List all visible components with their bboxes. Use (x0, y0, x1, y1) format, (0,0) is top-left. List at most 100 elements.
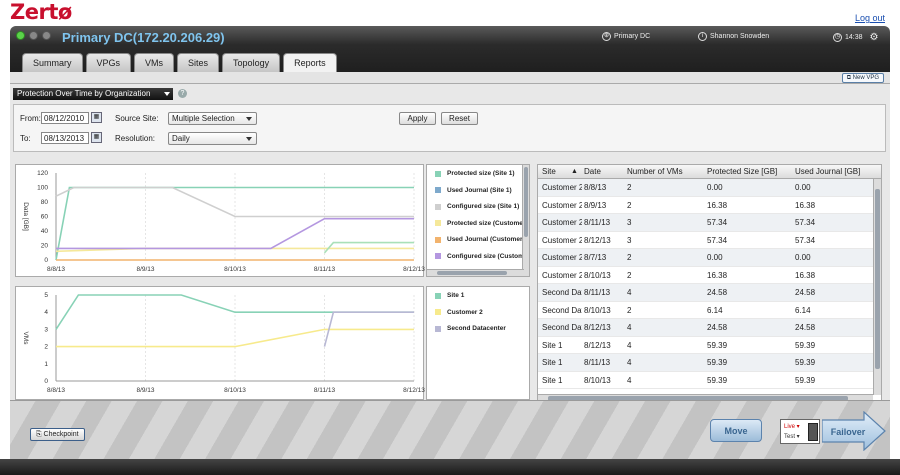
y-tick-label: 120 (37, 170, 48, 177)
table-cell: 8/12/13 (584, 323, 611, 332)
table-scroll-thumb[interactable] (875, 189, 880, 369)
resolution-value: Daily (172, 134, 190, 143)
x-tick-label: 8/12/13 (403, 387, 425, 394)
table-cell: Customer 2 (542, 253, 582, 262)
table-cell: 57.34 (707, 218, 728, 227)
table-cell: 2 (627, 305, 632, 315)
tab-vpgs[interactable]: VPGs (85, 53, 132, 72)
calendar-icon[interactable]: ▦ (91, 132, 102, 143)
table-cell: 3 (627, 235, 632, 245)
legend-item[interactable]: Used Journal (Customer 2) (435, 236, 523, 243)
resolution-select[interactable]: Daily (168, 132, 257, 145)
column-header-protected[interactable]: Protected Size [GB] (707, 167, 777, 176)
legend-item[interactable]: Second Datacenter (435, 325, 506, 332)
report-type-select[interactable]: Protection Over Time by Organization (13, 88, 173, 100)
table-row[interactable]: Site 1 8/10/13 4 59.39 59.39 (538, 372, 873, 389)
y-tick-label: 1 (44, 361, 48, 368)
site-status-label: Primary DC (614, 33, 651, 40)
table-cell: 2 (627, 270, 632, 280)
footer-strip (0, 459, 900, 475)
table-row[interactable]: Customer 2 8/11/13 3 57.34 57.34 (538, 214, 873, 232)
legend-label: Site 1 (447, 292, 465, 299)
x-tick-label: 8/8/13 (47, 266, 65, 273)
table-row[interactable]: Customer 2 8/7/13 2 0.00 0.00 (538, 249, 873, 267)
legend-item[interactable]: Configured size (Site 1) (435, 203, 519, 210)
sort-ascending-icon[interactable]: ▲ (571, 168, 578, 175)
test-option[interactable]: Test ▾ (784, 433, 800, 440)
tab-sites[interactable]: Sites (177, 53, 220, 72)
table-row[interactable]: Site 1 8/11/13 4 59.39 59.39 (538, 354, 873, 372)
table-row[interactable]: Second Datacenter8/11/13 4 24.58 24.58 (538, 284, 873, 302)
live-option[interactable]: Live ▾ (784, 423, 800, 430)
legend-label: Configured size (Site 1) (447, 203, 520, 210)
table-row[interactable]: Customer 2 8/10/13 2 16.38 16.38 (538, 267, 873, 284)
legend-item[interactable]: Customer 2 (435, 309, 483, 316)
tab-vms[interactable]: VMs (134, 53, 175, 72)
legend-item[interactable]: Site 1 (435, 292, 464, 299)
legend-swatch (435, 187, 441, 193)
window-gray-button-2[interactable] (42, 31, 51, 40)
table-row[interactable]: Second Datacenter8/10/13 2 6.14 6.14 (538, 302, 873, 319)
toggle-switch[interactable] (808, 423, 818, 441)
column-header-journal[interactable]: Used Journal [GB] (795, 167, 860, 176)
gear-icon[interactable]: ⚙ (870, 32, 879, 43)
table-cell: 59.39 (795, 340, 816, 350)
live-test-selector[interactable]: Live ▾ Test ▾ (780, 419, 820, 444)
table-cell: 3 (627, 218, 632, 227)
legend-swatch (435, 292, 441, 299)
table-row[interactable]: Customer 2 8/12/13 3 57.34 57.34 (538, 232, 873, 249)
failover-button[interactable]: Failover (822, 411, 886, 451)
tab-topology[interactable]: Topology (222, 53, 281, 72)
table-cell: 0.00 (795, 183, 811, 192)
window-green-button[interactable] (16, 31, 25, 40)
move-button[interactable]: Move (710, 419, 762, 442)
table-row[interactable]: Second Datacenter8/12/13 4 24.58 24.58 (538, 319, 873, 337)
table-row[interactable]: Site 1 8/12/13 4 59.39 59.39 (538, 337, 873, 354)
table-cell: 59.39 (707, 340, 728, 350)
y-tick-label: 5 (44, 292, 48, 299)
tab-reports[interactable]: Reports (283, 53, 337, 73)
column-header-date[interactable]: Date (584, 167, 601, 176)
legend-swatch (435, 309, 441, 315)
reset-button[interactable]: Reset (441, 112, 478, 125)
from-date-input[interactable]: 08/12/2010 (41, 112, 89, 124)
new-vpg-button[interactable]: ⧉ New VPG (841, 73, 884, 83)
x-tick-label: 8/9/13 (136, 266, 154, 273)
legend-hscroll-thumb[interactable] (437, 271, 507, 275)
help-icon[interactable]: ? (178, 89, 187, 98)
table-row[interactable]: Customer 2 8/9/13 2 16.38 16.38 (538, 197, 873, 214)
logout-link[interactable]: Log out (855, 13, 885, 23)
table-cell: 59.39 (707, 358, 728, 367)
apply-button[interactable]: Apply (399, 112, 436, 125)
legend-scroll-thumb[interactable] (524, 167, 528, 237)
legend-item[interactable]: Protected size (Site 1) (435, 170, 515, 177)
table-cell: Customer 2 (542, 183, 582, 192)
checkpoint-button[interactable]: ⎘ Checkpoint (30, 428, 85, 441)
column-header-site[interactable]: Site (542, 167, 556, 176)
table-cell: 2 (627, 253, 632, 262)
table-cell: 59.39 (795, 358, 816, 367)
column-header-vms[interactable]: Number of VMs (627, 167, 683, 176)
calendar-icon[interactable]: ▦ (91, 112, 102, 123)
table-scrollbar[interactable] (873, 179, 881, 395)
legend-swatch (435, 325, 441, 332)
site-status: ⊕ Primary DC (602, 32, 650, 41)
source-site-select[interactable]: Multiple Selection (168, 112, 257, 125)
legend-swatch (435, 203, 441, 210)
legend-item[interactable]: Configured size (Customer 2) (435, 253, 523, 260)
legend-item[interactable]: Protected size (Customer 2) (435, 220, 523, 227)
legend-hscrollbar[interactable] (427, 269, 524, 276)
y-tick-label: 60 (41, 214, 49, 221)
user-status: i Shannon Snowden (698, 32, 769, 41)
vms-chart-legend-panel: Site 1 Customer 2 Second Datacenter (426, 286, 530, 400)
to-date-input[interactable]: 08/13/2013 (41, 132, 89, 144)
legend-item[interactable]: Used Journal (Site 1) (435, 187, 512, 194)
legend-scrollbar[interactable] (522, 165, 529, 276)
window-gray-button-1[interactable] (29, 31, 38, 40)
tab-summary[interactable]: Summary (22, 53, 83, 72)
table-row[interactable]: Customer 2 8/8/13 2 0.00 0.00 (538, 179, 873, 197)
y-tick-label: 2 (44, 344, 48, 351)
table-cell: 0.00 (795, 253, 811, 262)
resolution-label: Resolution: (115, 134, 156, 143)
site-title: Primary DC(172.20.206.29) (62, 30, 225, 45)
